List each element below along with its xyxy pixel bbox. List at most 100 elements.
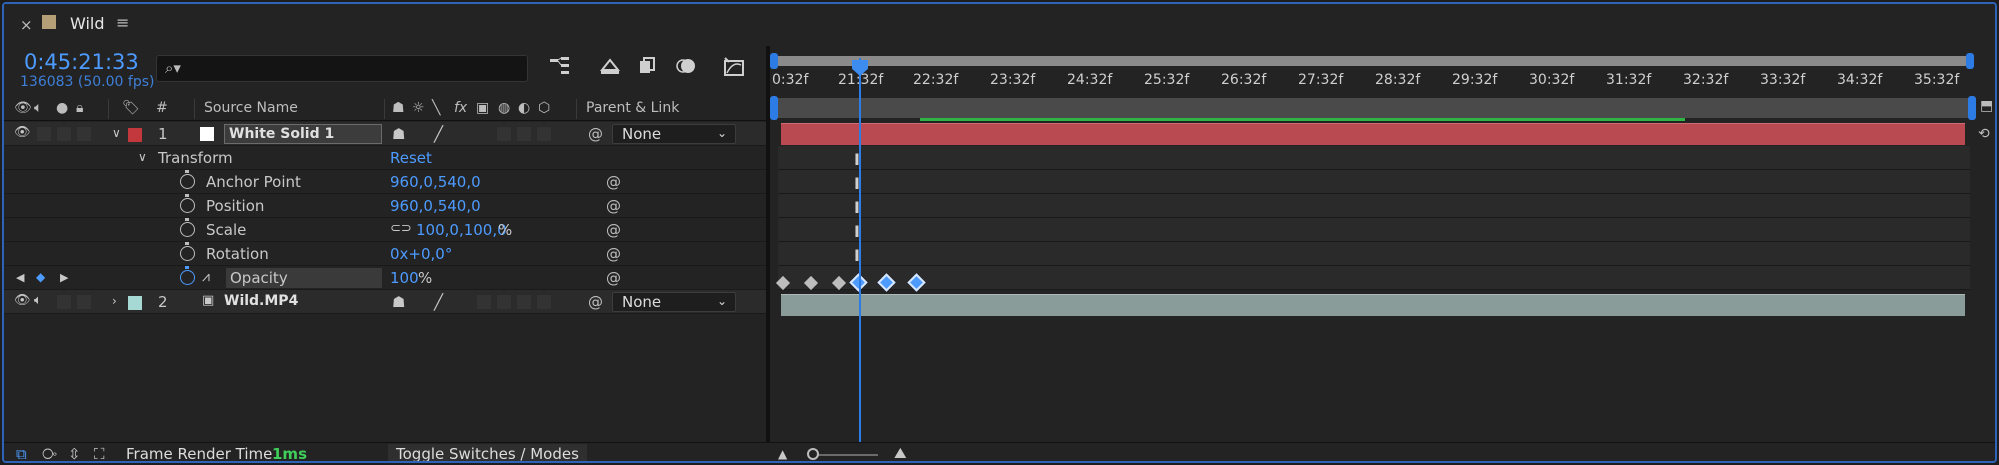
property-row-anchor-point[interactable]: Anchor Point 960,0,540,0 @ bbox=[4, 170, 766, 194]
transform-group-row[interactable]: ∨ Transform Reset bbox=[4, 146, 766, 170]
3d-layer-switch[interactable] bbox=[536, 294, 552, 310]
stopwatch-icon[interactable] bbox=[180, 242, 195, 261]
audio-speaker-icon[interactable]: 🔈︎ bbox=[34, 293, 42, 308]
property-value[interactable]: 100 bbox=[390, 269, 419, 287]
motion-blur-switch-header-icon[interactable]: ◍ bbox=[498, 100, 510, 116]
stopwatch-active-icon[interactable] bbox=[180, 266, 195, 285]
work-area-bar[interactable] bbox=[777, 98, 1969, 118]
graph-editor-icon[interactable] bbox=[722, 56, 746, 80]
hash-column-header[interactable]: # bbox=[156, 100, 168, 116]
zoom-slider-track[interactable] bbox=[812, 454, 878, 456]
zoom-slider-handle[interactable] bbox=[807, 448, 819, 460]
zoom-out-icon[interactable]: ▲ bbox=[778, 447, 787, 461]
layer-row-1[interactable]: 👁︎ ∨ 1 White Solid 1 ☗ ╱ @ None ⌄ bbox=[4, 122, 766, 146]
property-value[interactable]: 960,0,540,0 bbox=[390, 173, 481, 191]
adjustment-switch[interactable] bbox=[516, 294, 532, 310]
video-eye-icon[interactable]: 👁︎ bbox=[14, 293, 31, 308]
frame-blend-switch[interactable] bbox=[476, 294, 492, 310]
layer-1-duration-bar[interactable] bbox=[781, 123, 1965, 145]
pick-whip-icon[interactable]: @ bbox=[588, 293, 603, 311]
property-value[interactable]: 0x+0,0° bbox=[390, 245, 452, 263]
property-row-opacity[interactable]: ◀ ◆ ▶ ⩘ Opacity 100 % @ bbox=[4, 266, 766, 290]
work-area-end-handle[interactable] bbox=[1968, 96, 1976, 120]
lock-switch[interactable] bbox=[76, 126, 92, 142]
expression-pick-whip-icon[interactable]: @ bbox=[606, 245, 621, 263]
expand-chevron-down-icon[interactable]: ∨ bbox=[112, 126, 121, 140]
stopwatch-icon[interactable] bbox=[180, 218, 195, 237]
time-navigator-end-handle[interactable] bbox=[1966, 53, 1974, 69]
stopwatch-icon[interactable] bbox=[180, 194, 195, 213]
quality-switch-icon[interactable]: ╱ bbox=[434, 293, 443, 311]
work-area-start-handle[interactable] bbox=[770, 96, 778, 120]
frame-blend-switch-header-icon[interactable]: ▣ bbox=[476, 100, 489, 116]
layer-name-field[interactable]: White Solid 1 bbox=[224, 124, 382, 144]
zoom-in-icon[interactable]: ⛰ bbox=[894, 444, 907, 461]
expression-pick-whip-icon[interactable]: @ bbox=[606, 221, 621, 239]
comp-tab-title[interactable]: Wild bbox=[70, 14, 105, 33]
label-header-icon[interactable]: 🏷︎ bbox=[122, 100, 140, 116]
constrain-proportions-link-icon[interactable]: ⊂⊃ bbox=[390, 221, 412, 236]
pick-whip-icon[interactable]: @ bbox=[588, 125, 603, 143]
comp-marker-bin-icon[interactable]: ⬒ bbox=[1980, 98, 1993, 114]
property-row-rotation[interactable]: Rotation 0x+0,0° @ bbox=[4, 242, 766, 266]
parent-dropdown[interactable]: None ⌄ bbox=[612, 124, 736, 144]
lock-header-icon[interactable]: 🔒︎ bbox=[76, 100, 83, 116]
modes-pane-icon[interactable]: ⧂ bbox=[42, 445, 57, 461]
quality-switch-header-icon[interactable]: ╲ bbox=[432, 100, 440, 116]
collapse-switch-header-icon[interactable]: ☼ bbox=[412, 100, 425, 116]
3d-layer-switch[interactable] bbox=[536, 126, 552, 142]
timeline-area[interactable]: 0:32f 21:32f 22:32f 23:32f 24:32f 25:32f… bbox=[770, 46, 1995, 446]
draft-3d-icon[interactable] bbox=[598, 56, 622, 80]
previous-keyframe-icon[interactable]: ◀ bbox=[16, 271, 24, 284]
lock-switch[interactable] bbox=[76, 294, 92, 310]
parent-link-column-header[interactable]: Parent & Link bbox=[586, 100, 679, 116]
solo-header-icon[interactable]: ● bbox=[56, 100, 68, 116]
transform-chevron-down-icon[interactable]: ∨ bbox=[138, 150, 147, 164]
layer-name[interactable]: Wild.MP4 bbox=[224, 293, 298, 309]
parent-dropdown[interactable]: None ⌄ bbox=[612, 292, 736, 312]
audio-header-icon[interactable]: 🔈︎ bbox=[34, 100, 42, 116]
av-features-header-icons[interactable]: 👁︎ bbox=[14, 100, 32, 116]
layer-label-color[interactable] bbox=[128, 128, 142, 142]
fx-switch-header[interactable]: fx bbox=[454, 100, 467, 116]
expression-pick-whip-icon[interactable]: @ bbox=[606, 269, 621, 287]
expand-chevron-right-icon[interactable]: › bbox=[112, 294, 117, 308]
solo-switch[interactable] bbox=[56, 294, 72, 310]
property-row-position[interactable]: Position 960,0,540,0 @ bbox=[4, 194, 766, 218]
audio-switch[interactable] bbox=[36, 126, 52, 142]
expression-pick-whip-icon[interactable]: @ bbox=[606, 197, 621, 215]
time-navigator-bar[interactable] bbox=[774, 56, 1970, 66]
layer-switches-pane-icon[interactable]: ⧉ bbox=[16, 445, 27, 461]
motion-blur-icon[interactable] bbox=[674, 56, 698, 80]
graph-icon[interactable]: ⩘ bbox=[202, 269, 210, 285]
panel-menu-icon[interactable]: ≡ bbox=[116, 13, 129, 32]
next-keyframe-icon[interactable]: ▶ bbox=[60, 271, 68, 284]
transform-reset-link[interactable]: Reset bbox=[390, 149, 432, 167]
close-tab-icon[interactable]: × bbox=[20, 16, 33, 34]
time-navigator-start-handle[interactable] bbox=[770, 53, 778, 69]
adjustment-switch-header-icon[interactable]: ◐ bbox=[518, 100, 530, 116]
current-time-indicator-line[interactable] bbox=[859, 58, 861, 446]
expression-pick-whip-icon[interactable]: @ bbox=[606, 173, 621, 191]
property-value[interactable]: 100,0,100,0 bbox=[416, 221, 507, 239]
solo-switch[interactable] bbox=[56, 126, 72, 142]
add-keyframe-icon[interactable]: ◆ bbox=[36, 270, 45, 284]
motion-blur-switch[interactable] bbox=[496, 126, 512, 142]
video-eye-icon[interactable]: 👁︎ bbox=[14, 125, 31, 140]
render-time-pane-icon[interactable]: ⛶ bbox=[94, 445, 105, 461]
toggle-switches-modes-button[interactable]: Toggle Switches / Modes bbox=[388, 444, 587, 461]
in-out-pane-icon[interactable]: ⇳ bbox=[68, 445, 81, 461]
current-timecode[interactable]: 0:45:21:33 bbox=[24, 50, 139, 74]
time-ruler[interactable]: 0:32f 21:32f 22:32f 23:32f 24:32f 25:32f… bbox=[770, 68, 1995, 96]
composition-mini-flowchart-icon[interactable] bbox=[548, 56, 572, 80]
layer-label-color[interactable] bbox=[128, 296, 142, 310]
property-name-selected[interactable]: Opacity bbox=[226, 268, 382, 288]
property-row-scale[interactable]: Scale ⊂⊃ 100,0,100,0 % @ bbox=[4, 218, 766, 242]
shy-switch-icon[interactable]: ☗ bbox=[392, 125, 405, 143]
stopwatch-icon[interactable] bbox=[180, 170, 195, 189]
quality-switch-icon[interactable]: ╱ bbox=[434, 125, 443, 143]
shy-switch-icon[interactable]: ☗ bbox=[392, 293, 405, 311]
source-name-column-header[interactable]: Source Name bbox=[204, 100, 298, 116]
layer-search-input[interactable]: ⌕▾ bbox=[156, 55, 528, 82]
3d-switch-header-icon[interactable]: ⬡ bbox=[538, 100, 550, 116]
